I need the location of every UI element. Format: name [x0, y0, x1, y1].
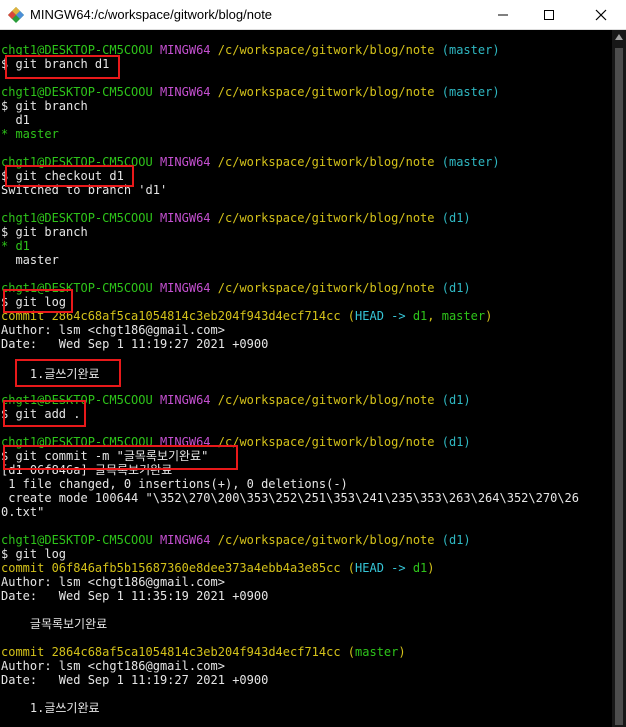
log-message-line: 글목록보기완료: [1, 617, 108, 631]
prompt-line: chgt1@DESKTOP-CM5COOU MINGW64 /c/workspa…: [1, 533, 471, 547]
log-commit-line: commit 2864c68af5ca1054814c3eb204f943d4e…: [1, 645, 406, 659]
highlight-box: [3, 289, 73, 313]
log-author-line: Author: lsm <chgt186@gmail.com>: [1, 575, 225, 589]
log-date-line: Date: Wed Sep 1 11:19:27 2021 +0900: [1, 337, 269, 351]
command-line: $ git log: [1, 547, 67, 561]
output-line: create mode 100644 "\352\270\200\353\252…: [1, 491, 579, 505]
command-line: $ git branch: [1, 225, 88, 239]
output-line: master: [1, 253, 59, 267]
output-line: d1: [1, 113, 30, 127]
highlight-box: [3, 400, 86, 427]
maximize-button[interactable]: [526, 0, 572, 30]
scroll-thumb[interactable]: [615, 48, 623, 725]
prompt-line: chgt1@DESKTOP-CM5COOU MINGW64 /c/workspa…: [1, 211, 471, 225]
window-title: MINGW64:/c/workspace/gitwork/blog/note: [30, 7, 273, 22]
close-button[interactable]: [576, 0, 626, 30]
highlight-box: [3, 445, 238, 470]
command-line: $ git branch: [1, 99, 88, 113]
log-commit-line: commit 06f846afb5b15687360e8dee373a4ebb4…: [1, 561, 435, 575]
minimize-button[interactable]: [480, 0, 526, 30]
window-titlebar: MINGW64:/c/workspace/gitwork/blog/note: [0, 0, 626, 30]
mingw-diamond-icon: [8, 7, 24, 23]
output-line: 1 file changed, 0 insertions(+), 0 delet…: [1, 477, 348, 491]
log-message-line: 1.글쓰기완료: [1, 701, 100, 715]
log-author-line: Author: lsm <chgt186@gmail.com>: [1, 659, 225, 673]
prompt-line: chgt1@DESKTOP-CM5COOU MINGW64 /c/workspa…: [1, 85, 500, 99]
scroll-up-icon: [615, 34, 623, 40]
log-commit-line: commit 2864c68af5ca1054814c3eb204f943d4e…: [1, 309, 493, 323]
output-line: * master: [1, 127, 59, 141]
highlight-box: [5, 165, 134, 187]
log-date-line: Date: Wed Sep 1 11:35:19 2021 +0900: [1, 589, 269, 603]
close-icon: [595, 9, 607, 21]
log-author-line: Author: lsm <chgt186@gmail.com>: [1, 323, 225, 337]
minimize-icon: [498, 14, 508, 16]
output-line: * d1: [1, 239, 30, 253]
highlight-box: [15, 359, 121, 387]
highlight-box: [5, 55, 120, 79]
log-date-line: Date: Wed Sep 1 11:19:27 2021 +0900: [1, 673, 269, 687]
maximize-icon: [544, 10, 554, 20]
scroll-up-button[interactable]: [612, 30, 626, 44]
output-line: 0.txt": [1, 505, 45, 519]
vertical-scrollbar[interactable]: [612, 30, 626, 727]
